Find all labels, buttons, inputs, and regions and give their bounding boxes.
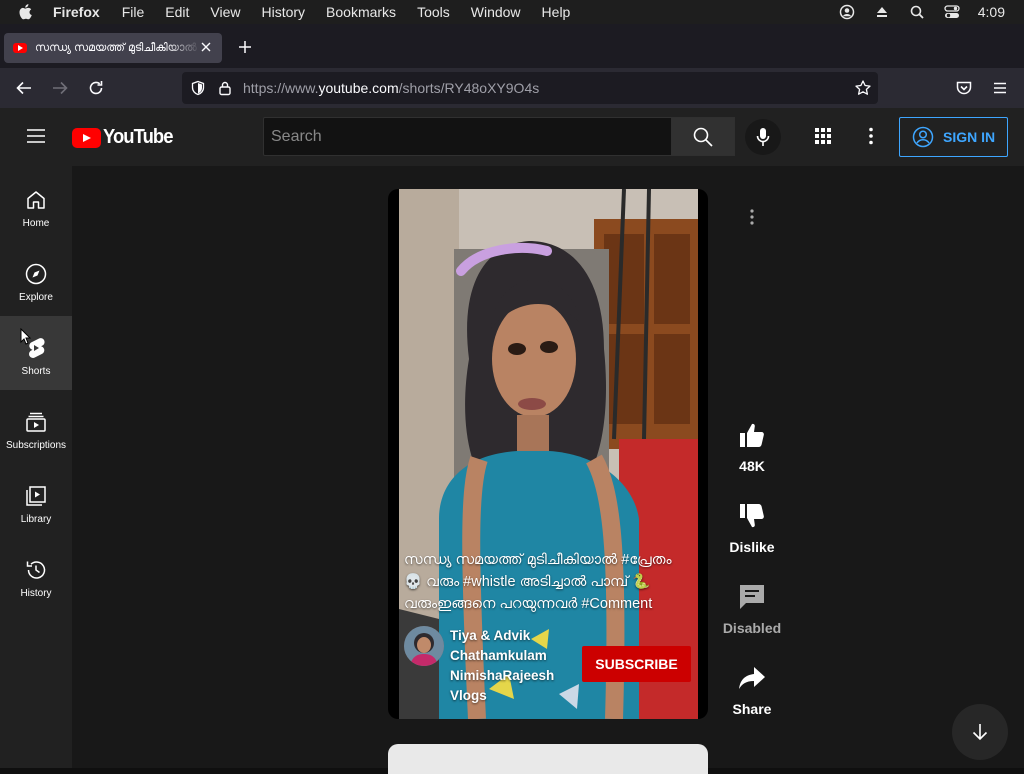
navigation-toolbar: https://www.youtube.com/shorts/RY48oXY9O…	[0, 68, 1024, 108]
share-button[interactable]: Share	[722, 663, 782, 717]
home-icon	[27, 191, 45, 209]
shorts-video-player[interactable]: സന്ധ്യ സമയത്ത് മുടിചീകിയാൽ #പ്രേതം 💀 വരു…	[388, 189, 708, 719]
apple-icon[interactable]	[18, 3, 34, 21]
comments-button[interactable]: Disabled	[722, 582, 782, 636]
channel-name[interactable]: Tiya & Advik Chathamkulam NimishaRajeesh…	[450, 626, 570, 706]
macos-menu-bar: Firefox File Edit View History Bookmarks…	[0, 0, 1024, 24]
menu-edit[interactable]: Edit	[165, 4, 189, 20]
forward-arrow-icon[interactable]	[50, 78, 70, 98]
search-box	[263, 117, 672, 156]
comments-label: Disabled	[722, 620, 782, 636]
tracking-shield-icon[interactable]	[190, 80, 206, 96]
app-menu-icon[interactable]	[990, 78, 1010, 98]
youtube-play-logo-icon	[72, 127, 101, 148]
reload-icon[interactable]	[86, 78, 106, 98]
tab-title: സന്ധ്യ സമയത്ത് മുടിചീകിയാൽ #പ്രേതം	[35, 41, 200, 54]
bookmark-star-icon[interactable]	[854, 79, 872, 97]
sidebar-item-shorts[interactable]: Shorts	[0, 316, 72, 390]
like-count: 48K	[739, 458, 765, 474]
next-short-preview[interactable]	[388, 744, 708, 774]
microphone-icon	[756, 128, 770, 146]
youtube-logo[interactable]: YouTube	[72, 126, 179, 149]
sign-in-button[interactable]: SIGN IN	[899, 117, 1008, 157]
sign-in-label: SIGN IN	[943, 129, 996, 145]
subscribe-button[interactable]: SUBSCRIBE	[582, 646, 691, 682]
address-bar[interactable]: https://www.youtube.com/shorts/RY48oXY9O…	[182, 72, 878, 104]
account-circle-icon	[912, 126, 934, 148]
apps-grid-icon[interactable]	[813, 126, 833, 146]
hamburger-menu-icon[interactable]	[26, 128, 46, 144]
video-frame[interactable]: സന്ധ്യ സമയത്ത് മുടിചീകിയാൽ #പ്രേതം 💀 വരു…	[399, 189, 698, 719]
compass-icon	[25, 263, 47, 285]
dislike-label: Dislike	[729, 539, 775, 555]
share-arrow-icon	[739, 667, 765, 689]
share-label: Share	[732, 701, 772, 717]
sidebar-item-label: Home	[22, 218, 50, 229]
sidebar-item-label: Subscriptions	[5, 440, 67, 451]
control-center-icon[interactable]	[943, 3, 961, 21]
thumbs-down-icon	[740, 504, 764, 528]
sidebar-item-label: Shorts	[21, 366, 51, 377]
sidebar-item-library[interactable]: Library	[0, 464, 72, 538]
menu-bookmarks[interactable]: Bookmarks	[326, 4, 396, 20]
user-account-icon[interactable]	[838, 3, 856, 21]
url-domain: youtube.com	[318, 80, 399, 96]
search-button[interactable]	[671, 117, 735, 156]
sidebar-item-label: Explore	[19, 292, 53, 303]
sidebar-item-home[interactable]: Home	[0, 168, 72, 242]
short-more-options-icon[interactable]	[742, 207, 762, 227]
menu-help[interactable]: Help	[542, 4, 571, 20]
tab-strip: സന്ധ്യ സമയത്ത് മുടിചീകിയാൽ #പ്രേതം	[0, 24, 1024, 68]
sidebar-item-subscriptions[interactable]: Subscriptions	[0, 390, 72, 464]
youtube-mini-sidebar: Home Explore Shorts Subscriptions Librar…	[0, 166, 72, 768]
sidebar-item-explore[interactable]: Explore	[0, 242, 72, 316]
browser-tab-active[interactable]: സന്ധ്യ സമയത്ത് മുടിചീകിയാൽ #പ്രേതം	[4, 33, 222, 63]
menu-history[interactable]: History	[261, 4, 305, 20]
url-text[interactable]: https://www.youtube.com/shorts/RY48oXY9O…	[243, 80, 539, 96]
url-prefix: https://www.	[243, 80, 319, 96]
url-path: /shorts/RY48oXY9O4s	[398, 80, 540, 96]
library-icon	[26, 486, 46, 506]
comment-icon	[740, 585, 764, 609]
channel-avatar[interactable]	[404, 626, 444, 666]
sidebar-item-label: History	[20, 588, 52, 599]
arrow-down-icon	[972, 724, 988, 741]
menu-file[interactable]: File	[122, 4, 145, 20]
menu-tools[interactable]: Tools	[417, 4, 450, 20]
short-caption: സന്ധ്യ സമയത്ത് മുടിചീകിയാൽ #പ്രേതം 💀 വരു…	[404, 552, 672, 612]
like-button[interactable]: 48K	[722, 420, 782, 474]
next-video-button[interactable]	[952, 704, 1008, 760]
youtube-wordmark: YouTube	[103, 126, 173, 148]
dislike-button[interactable]: Dislike	[722, 501, 782, 555]
menu-window[interactable]: Window	[471, 4, 521, 20]
search-input[interactable]	[264, 118, 671, 155]
spotlight-search-icon[interactable]	[908, 3, 926, 21]
menu-app-name[interactable]: Firefox	[53, 4, 100, 20]
thumbs-up-icon	[740, 423, 764, 447]
voice-search-button[interactable]	[745, 119, 781, 155]
close-tab-icon[interactable]	[198, 39, 214, 55]
sidebar-item-history[interactable]: History	[0, 538, 72, 612]
channel-info[interactable]: Tiya & Advik Chathamkulam NimishaRajeesh…	[404, 626, 570, 706]
eject-icon[interactable]	[873, 3, 891, 21]
back-arrow-icon[interactable]	[14, 78, 34, 98]
youtube-favicon-icon	[13, 43, 27, 53]
more-options-icon[interactable]	[861, 126, 881, 146]
pocket-icon[interactable]	[954, 78, 974, 98]
menu-view[interactable]: View	[210, 4, 240, 20]
history-icon	[26, 561, 46, 579]
subscriptions-icon	[26, 412, 46, 432]
channel-avatar-illustration	[404, 626, 444, 666]
youtube-header: YouTube SIGN IN	[0, 108, 1024, 166]
new-tab-icon[interactable]	[236, 38, 254, 56]
sidebar-item-label: Library	[20, 514, 52, 525]
search-icon	[693, 127, 713, 147]
mouse-pointer-icon	[20, 328, 32, 345]
lock-icon[interactable]	[218, 80, 232, 96]
clock: 4:09	[977, 4, 1005, 20]
